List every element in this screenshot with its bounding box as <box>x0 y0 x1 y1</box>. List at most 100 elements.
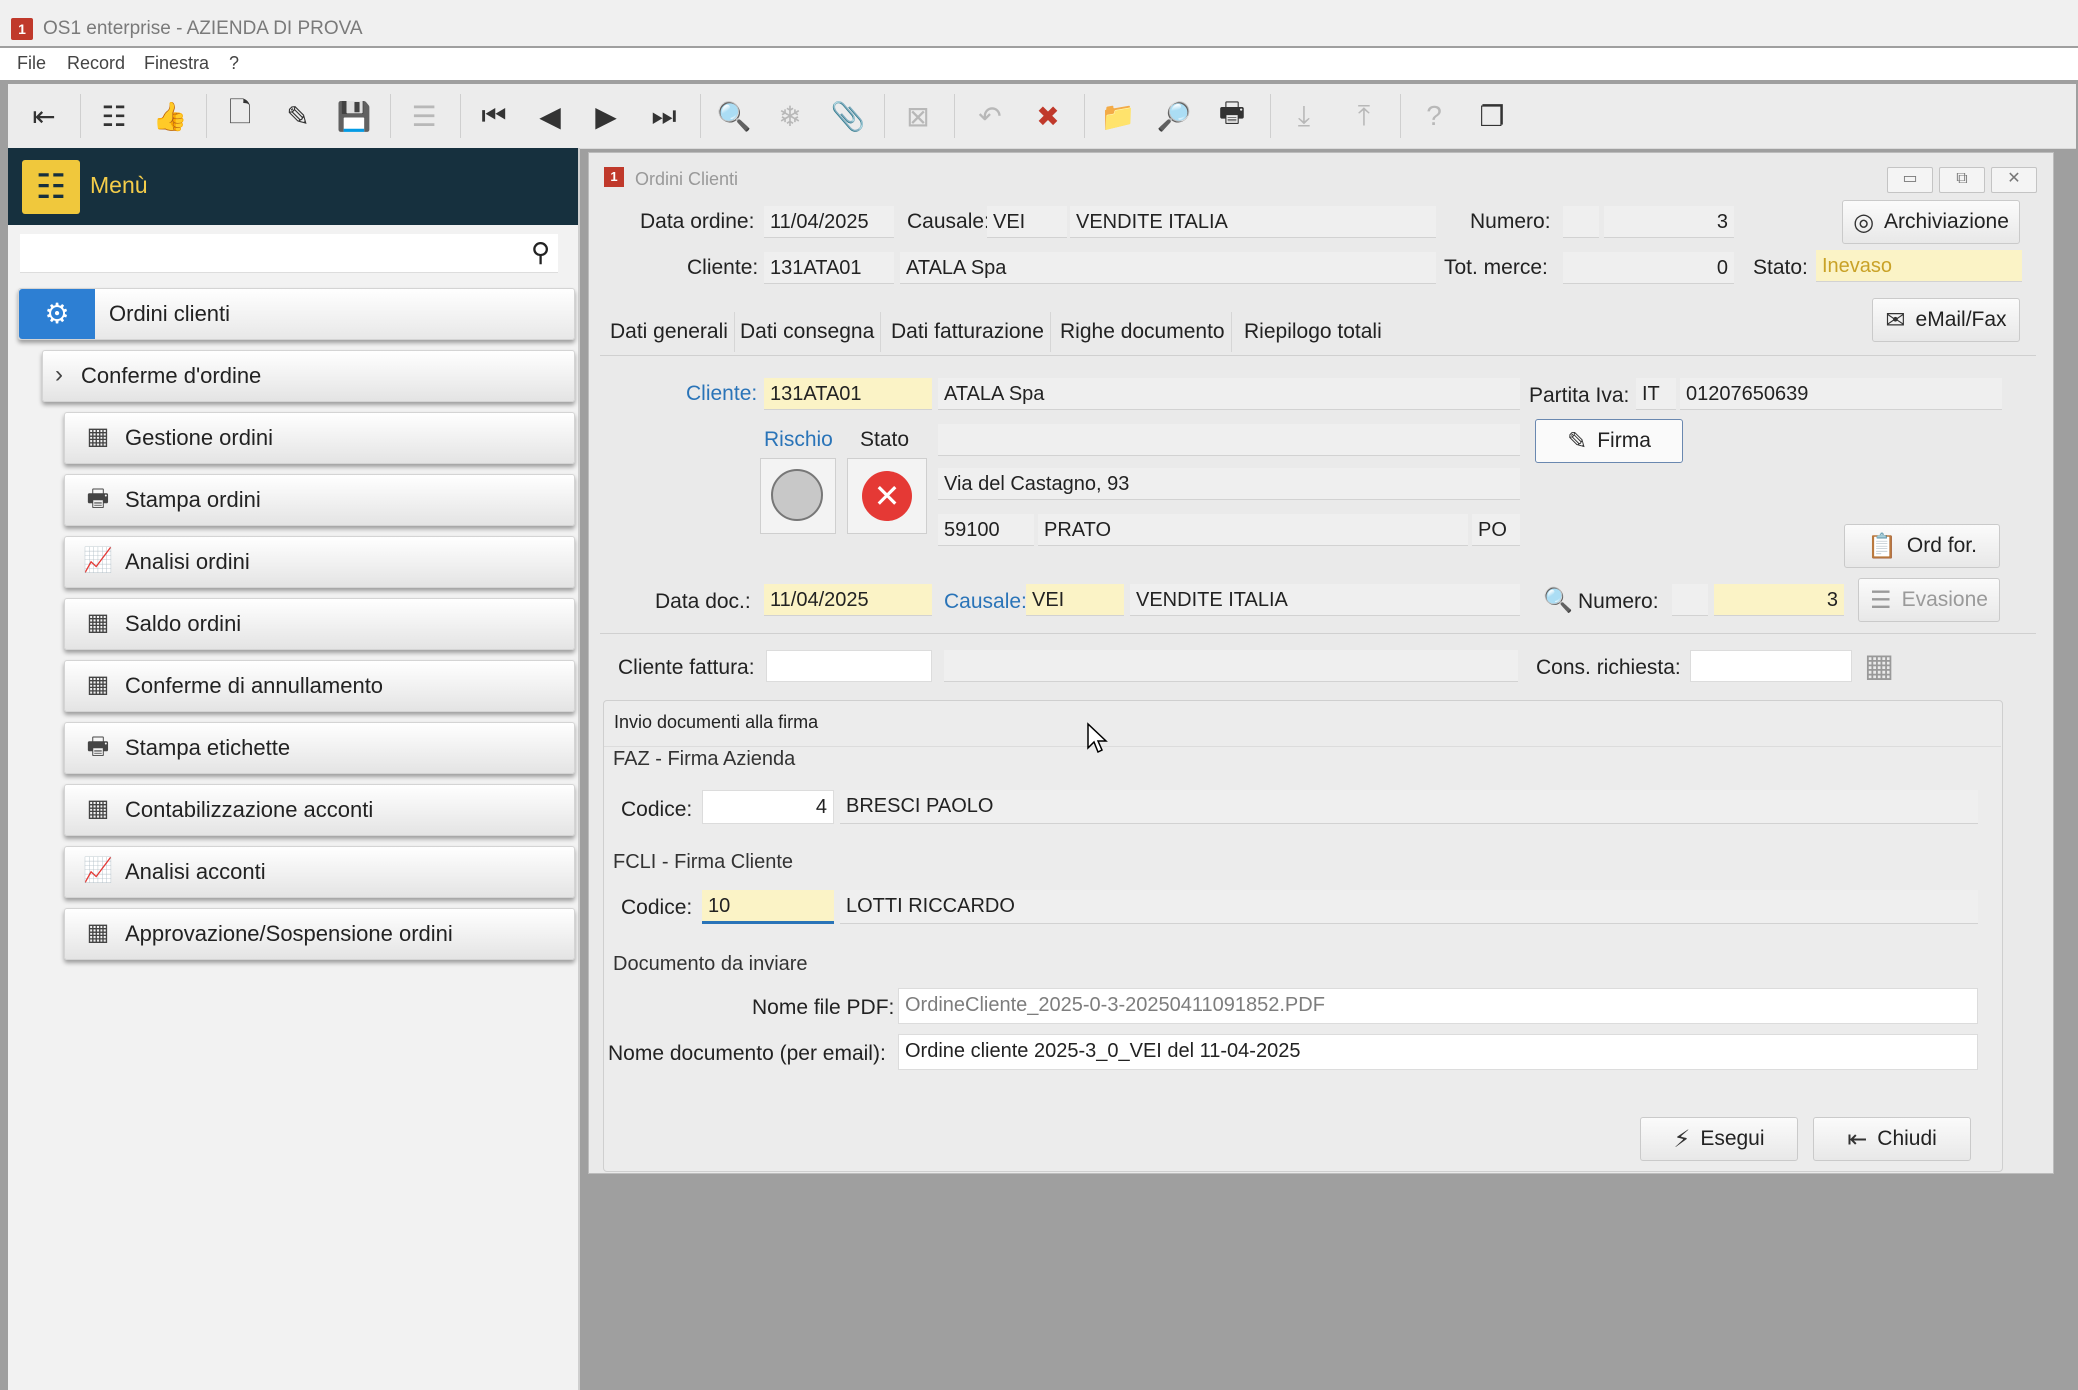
help-icon[interactable]: ? <box>1414 96 1454 136</box>
cliente-link[interactable]: Cliente: <box>686 382 757 406</box>
search-icon[interactable]: 🔍 <box>714 96 754 136</box>
firma-button[interactable]: ✎ Firma <box>1535 419 1683 463</box>
info-icon[interactable]: ❐ <box>1472 96 1512 136</box>
calendar-grid-icon: ▦ <box>86 795 110 822</box>
filter-icon[interactable]: ❄ <box>770 96 810 136</box>
pdf-label: Nome file PDF: <box>752 996 895 1019</box>
list-icon[interactable]: ☰ <box>404 96 444 136</box>
stato-indicator: ✕ <box>847 458 927 534</box>
docname-label: Nome documento (per email): <box>608 1042 886 1065</box>
causale-link[interactable]: Causale: <box>944 590 1027 614</box>
fcli-codice-label: Codice: <box>621 896 693 919</box>
window-title-bar: 1 Ordini Clienti ▭ ⧉ ✕ <box>589 153 2053 193</box>
previous-icon[interactable]: ◀ <box>530 96 570 136</box>
new-document-icon[interactable]: 🗋 <box>220 96 260 136</box>
data-ordine-field[interactable]: 11/04/2025 <box>764 206 894 238</box>
chiudi-button[interactable]: ⇤ Chiudi <box>1813 1117 1971 1161</box>
email-fax-button[interactable]: ✉ eMail/Fax <box>1872 298 2020 342</box>
archiviazione-button[interactable]: ◎ Archiviazione <box>1842 200 2020 244</box>
import-icon[interactable]: ⤓ <box>1284 96 1324 136</box>
sidebar-item-contabilizzazione-acconti[interactable]: ▦ Contabilizzazione acconti <box>64 784 575 836</box>
search-icon[interactable]: ⚲ <box>531 237 550 268</box>
export-icon[interactable]: ⤒ <box>1344 96 1384 136</box>
numero-prefix-field[interactable] <box>1563 206 1599 238</box>
general-numero-label: Numero: <box>1578 590 1659 613</box>
tab-dati-fatturazione[interactable]: Dati fatturazione <box>885 312 1051 352</box>
calendar-grid-icon: ▦ <box>86 919 110 946</box>
window-title: Ordini Clienti <box>635 169 739 189</box>
maximize-icon[interactable]: ⧉ <box>1939 167 1985 193</box>
preview-icon[interactable]: 🔎 <box>1154 96 1194 136</box>
general-cliente-code-field[interactable]: 131ATA01 <box>764 378 932 410</box>
close-icon[interactable]: ✕ <box>1991 167 2037 193</box>
sidebar-item-approvazione-sospensione[interactable]: ▦ Approvazione/Sospensione ordini <box>64 908 575 960</box>
numero-field[interactable]: 3 <box>1604 206 1734 238</box>
gears-icon: ⚙ <box>19 289 95 339</box>
cons-richiesta-field[interactable] <box>1690 650 1852 682</box>
minimize-icon[interactable]: ▭ <box>1887 167 1933 193</box>
folder-icon[interactable]: 📁 <box>1098 96 1138 136</box>
delete-icon[interactable]: ✖ <box>1028 96 1068 136</box>
sidebar-item-conferme-annullamento[interactable]: ▦ Conferme di annullamento <box>64 660 575 712</box>
cliente-code-field[interactable]: 131ATA01 <box>764 252 894 284</box>
sidebar-item-stampa-etichette[interactable]: 🖶 Stampa etichette <box>64 722 575 774</box>
attachment-icon[interactable]: 📎 <box>828 96 868 136</box>
menu-finestra[interactable]: Finestra <box>144 53 209 74</box>
tab-dati-generali[interactable]: Dati generali <box>604 312 735 352</box>
risk-circle-icon <box>771 469 823 521</box>
sidebar-item-conferme-ordine[interactable]: › Conferme d'ordine <box>42 350 575 402</box>
faz-codice-field[interactable]: 4 <box>702 790 834 824</box>
menu-file[interactable]: File <box>17 53 46 74</box>
causale-code-field[interactable]: VEI <box>987 206 1067 238</box>
pdf-filename-field[interactable]: OrdineCliente_2025-0-3-20250411091852.PD… <box>898 988 1978 1024</box>
partita-iva-country-field: IT <box>1636 378 1676 410</box>
undo-icon[interactable]: ↶ <box>970 96 1010 136</box>
pen-icon: ✎ <box>1567 427 1588 455</box>
sidebar-item-stampa-ordini[interactable]: 🖶 Stampa ordini <box>64 474 575 526</box>
archive-disc-icon: ◎ <box>1853 208 1875 236</box>
docname-field[interactable]: Ordine cliente 2025-3_0_VEI del 11-04-20… <box>898 1034 1978 1070</box>
general-numero-prefix-field[interactable] <box>1672 584 1708 616</box>
general-causale-desc-field: VENDITE ITALIA <box>1130 584 1520 616</box>
last-record-icon[interactable]: ⏭ <box>644 96 684 136</box>
thumbs-up-icon[interactable]: 👍 <box>150 96 190 136</box>
data-doc-field[interactable]: 11/04/2025 <box>764 584 932 616</box>
save-icon[interactable]: 💾 <box>334 96 374 136</box>
tree-icon[interactable]: ☷ <box>94 96 134 136</box>
sidebar-item-label: Stampa ordini <box>125 487 261 512</box>
sidebar-item-saldo-ordini[interactable]: ▦ Saldo ordini <box>64 598 575 650</box>
sidebar-item-analisi-acconti[interactable]: 📈 Analisi acconti <box>64 846 575 898</box>
general-causale-code-field[interactable]: VEI <box>1026 584 1124 616</box>
general-numero-field[interactable]: 3 <box>1714 584 1844 616</box>
search-icon[interactable]: 🔍 <box>1543 586 1573 615</box>
edit-document-icon[interactable]: ✎ <box>278 96 318 136</box>
cliente-fattura-field[interactable] <box>766 650 932 682</box>
tab-dati-consegna[interactable]: Dati consegna <box>734 312 882 352</box>
esegui-button[interactable]: ⚡ Esegui <box>1640 1117 1798 1161</box>
doc-group-title: Documento da inviare <box>613 953 808 975</box>
tab-righe-documento[interactable]: Righe documento <box>1054 312 1232 352</box>
print-icon[interactable]: 🖶 <box>1212 96 1252 136</box>
first-record-icon[interactable]: ⏮ <box>474 96 514 136</box>
app-logo-icon: 1 <box>604 167 624 187</box>
sidebar-item-label: Saldo ordini <box>125 611 242 636</box>
exit-icon: ⇤ <box>1847 1125 1868 1153</box>
fcli-codice-field[interactable]: 10 <box>702 890 834 924</box>
evasione-button[interactable]: ☰ Evasione <box>1858 578 2000 622</box>
sidebar-search-input[interactable]: ⚲ <box>20 234 558 273</box>
calendar-icon[interactable]: ▦ <box>1864 646 1894 684</box>
fcli-group-title: FCLI - Firma Cliente <box>613 851 794 873</box>
lightning-icon: ⚡ <box>1673 1125 1691 1153</box>
rischio-link[interactable]: Rischio <box>764 428 833 452</box>
menu-help[interactable]: ? <box>229 53 239 74</box>
sidebar-item-gestione-ordini[interactable]: ▦ Gestione ordini <box>64 412 575 464</box>
tab-riepilogo-totali[interactable]: Riepilogo totali <box>1238 312 1388 352</box>
sidebar-item-analisi-ordini[interactable]: 📈 Analisi ordini <box>64 536 575 588</box>
cancel-icon[interactable]: ⊠ <box>898 96 938 136</box>
menu-record[interactable]: Record <box>67 53 125 74</box>
ord-for-button[interactable]: 📋 Ord for. <box>1844 524 2000 568</box>
next-icon[interactable]: ▶ <box>586 96 626 136</box>
printer-icon: 🖶 <box>86 485 110 512</box>
sidebar-item-ordini-clienti[interactable]: ⚙ Ordini clienti <box>18 288 575 340</box>
exit-icon[interactable]: ⇤ <box>24 96 64 136</box>
